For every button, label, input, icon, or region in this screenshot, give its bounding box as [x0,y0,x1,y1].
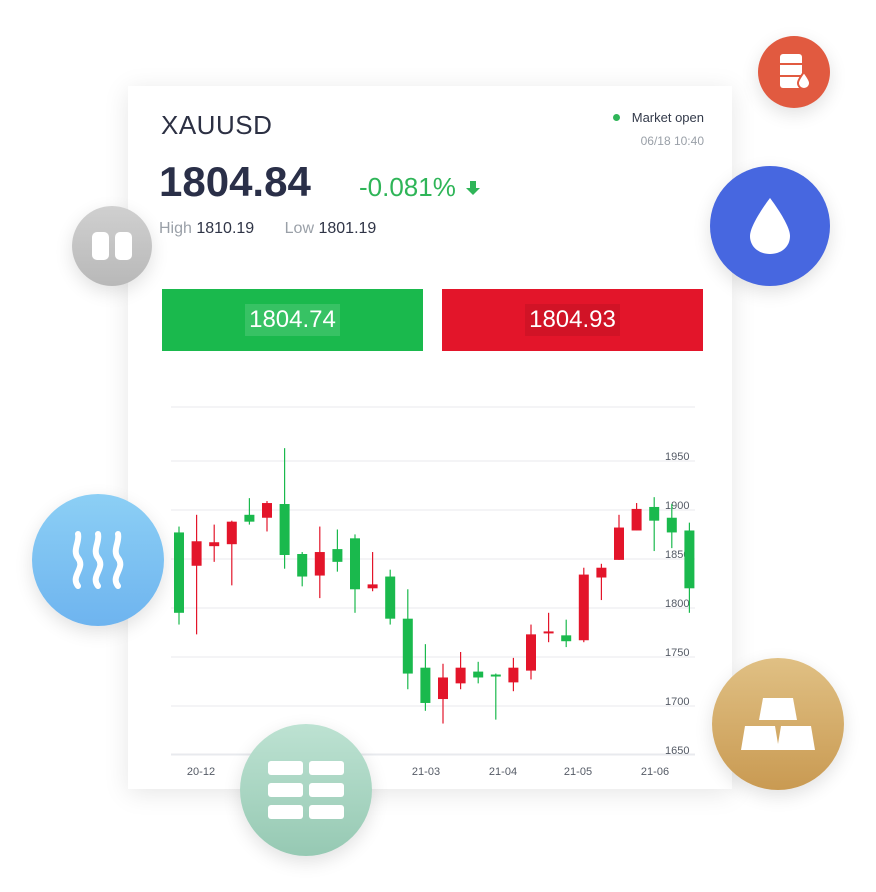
candle-body [244,514,255,522]
x-tick-label: 21-05 [564,766,592,778]
x-tick-label: 21-04 [489,766,517,778]
candle-body [508,667,519,683]
buy-button[interactable]: 1804.74 [162,289,423,351]
candle-body [279,504,290,555]
grid-layout-icon [268,761,344,819]
y-axis-labels: 1650170017501800185019001950 [665,451,689,757]
candle-body [614,527,624,560]
arrow-down-icon [465,180,480,195]
candle-body [490,674,501,677]
candle-body [367,584,378,589]
candle-body [666,517,677,533]
x-tick-label: 20-12 [187,766,215,778]
gold-bars-icon [741,698,815,750]
price-change: -0.081% [359,172,480,203]
market-status: Market open [612,110,704,125]
sell-price: 1804.93 [525,304,620,336]
status-dot-icon [612,114,620,121]
high-value: 1810.19 [196,220,255,237]
candle-body [596,567,607,578]
high-low-row: High 1810.19 Low 1801.19 [159,220,402,238]
candle-body [420,667,431,703]
water-bubble[interactable] [710,166,830,286]
change-percent: -0.081% [359,172,456,202]
candle-body [526,634,536,671]
candle-body [631,508,642,531]
water-drop-icon [750,198,790,254]
heat-bubble[interactable] [32,494,164,626]
candle-body [684,530,695,589]
symbol-title: XAUUSD [161,110,273,140]
sell-button[interactable]: 1804.93 [442,289,703,351]
chart-grid [171,406,695,756]
candle-body [402,618,413,674]
quote-timestamp: 06/18 10:40 [640,134,704,148]
y-tick-label: 1700 [665,696,689,708]
candle-body [226,521,237,545]
oil-bubble[interactable] [758,36,830,108]
candle-body [262,503,272,518]
x-tick-label: 21-06 [641,766,669,778]
quote-card: XAUUSD Market open 06/18 10:40 1804.84 -… [128,86,732,789]
candle-body [438,677,448,700]
candle-body [473,671,484,678]
pause-icon [92,232,132,260]
x-tick-label: 21-03 [412,766,440,778]
low-value: 1801.19 [318,220,377,237]
y-tick-label: 1750 [665,647,689,659]
grid-bubble[interactable] [240,724,372,856]
y-tick-label: 1650 [665,745,689,757]
candle-body [314,552,325,576]
candlestick-chart: 1650170017501800185019001950 20-1221-012… [171,406,695,778]
candle-body [332,549,343,562]
heat-waves-icon [72,531,124,589]
low-label: Low [284,220,315,237]
candles [174,448,695,724]
candle-body [561,635,572,642]
candle-body [455,667,466,684]
market-status-label: Market open [631,110,704,125]
pause-bubble[interactable] [72,206,152,286]
candle-body [209,542,220,547]
candle-body [649,506,660,521]
y-tick-label: 1900 [665,500,689,512]
gold-bubble[interactable] [712,658,844,790]
y-tick-label: 1800 [665,598,689,610]
candle-body [191,541,202,566]
high-label: High [159,220,192,237]
candle-body [578,574,589,641]
y-tick-label: 1950 [665,451,689,463]
candle-body [385,576,396,619]
current-price: 1804.84 [159,158,311,205]
buy-price: 1804.74 [245,304,340,336]
candle-body [297,554,308,577]
candle-body [174,532,184,613]
candle-body [350,538,360,590]
candle-body [543,631,554,634]
oil-barrel-icon [780,54,812,91]
